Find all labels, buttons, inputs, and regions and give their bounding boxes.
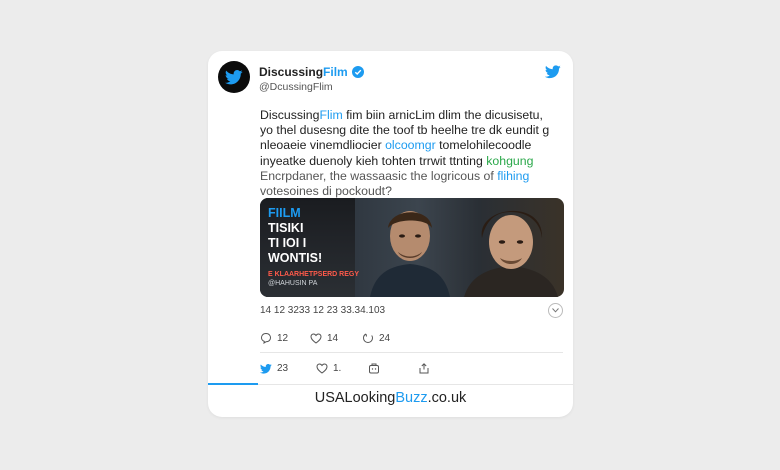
- author-name[interactable]: DiscussingFilm: [259, 65, 364, 79]
- footer-divider: [208, 384, 573, 385]
- tweet-text-line: inyeatke duenoly kieh tohten trrwit ttnt…: [260, 153, 534, 168]
- reply-icon: [362, 333, 374, 344]
- comment-button[interactable]: 12: [260, 332, 310, 344]
- tweet-text-line: nleoaeie vinemdliocier olcoomgr tomelohi…: [260, 138, 532, 153]
- media-person-right: [464, 210, 558, 297]
- tweet-link[interactable]: olcoomgr: [385, 138, 436, 152]
- like-button[interactable]: 14: [310, 333, 362, 344]
- chevron-down-icon: [552, 308, 559, 313]
- expand-button[interactable]: [548, 303, 563, 318]
- tweet-text-line: DiscussingFlim fim biin arnicLim dlim th…: [260, 108, 543, 122]
- media-overlay-subtitle: E KLAARHETPSERD REGY @HAHUSIN PA: [268, 271, 360, 287]
- tweet-text: DiscussingFlim fim biin arnicLim dlim th…: [260, 108, 565, 199]
- author-handle[interactable]: @DcussingFlim: [259, 81, 333, 93]
- media-overlay-title: FIILM TISIKI TI IOI I WONTIS!: [268, 206, 323, 265]
- author-name-suffix: Film: [323, 65, 348, 79]
- heart-icon: [310, 332, 322, 344]
- actions-divider: [260, 352, 563, 353]
- twitter-bird-icon: [260, 363, 272, 374]
- tweet-text-line: votesoines di pockoudt?: [260, 184, 392, 199]
- comment-icon: [260, 332, 272, 344]
- active-tab-indicator: [208, 383, 258, 385]
- avatar[interactable]: [218, 61, 250, 93]
- reply-button[interactable]: 24: [362, 332, 390, 344]
- tweet-actions-secondary: 23 1.: [260, 363, 435, 374]
- twitter-bird-icon: [225, 69, 243, 84]
- tweet-card: DiscussingFilm @DcussingFlim DiscussingF…: [208, 51, 573, 417]
- like-button-secondary[interactable]: 1.: [316, 363, 368, 374]
- media-person-left: [370, 211, 450, 297]
- share-icon: [419, 363, 429, 374]
- site-watermark[interactable]: USALookingBuzz.co.uk: [208, 390, 573, 406]
- tweet-text-line: Encrpdaner, the wassaasic the logricous …: [260, 168, 530, 183]
- retweet-button[interactable]: 23: [260, 363, 316, 374]
- tweet-actions-primary: 12 14 24: [260, 332, 390, 344]
- author-name-prefix: Discussing: [259, 65, 324, 79]
- twitter-logo-icon: [545, 65, 561, 79]
- bookmark-icon: [369, 363, 379, 374]
- share-button[interactable]: [418, 363, 435, 374]
- verified-badge-icon: [351, 66, 364, 78]
- bookmark-button[interactable]: [368, 363, 418, 374]
- tweet-text-line: yo thel dusesng dite the toof tb heelhe …: [260, 123, 550, 138]
- tweet-media-image[interactable]: FIILM TISIKI TI IOI I WONTIS! E KLAARHET…: [260, 198, 564, 297]
- heart-icon: [316, 363, 328, 374]
- tweet-stats: 14 12 3233 12 23 33.34.103: [260, 305, 386, 316]
